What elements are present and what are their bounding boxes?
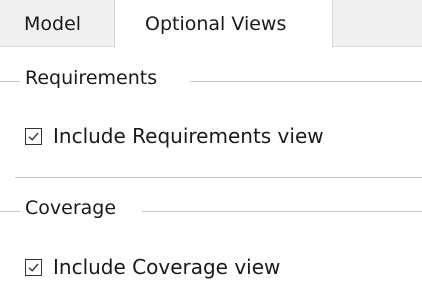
include-requirements-view-row[interactable]: Include Requirements view — [25, 121, 324, 151]
section-separator — [15, 177, 422, 178]
checkmark-icon — [28, 263, 39, 272]
requirements-group-line-left — [0, 81, 20, 82]
coverage-group-header: Coverage — [0, 196, 422, 224]
tab-optional-views[interactable]: Optional Views — [114, 0, 333, 48]
include-coverage-view-checkbox[interactable] — [25, 258, 42, 276]
coverage-group-line-left — [0, 211, 20, 212]
coverage-group-title: Coverage — [25, 197, 121, 219]
requirements-group-header: Requirements — [0, 66, 422, 94]
requirements-group-title: Requirements — [25, 67, 162, 89]
requirements-group-line-right — [190, 81, 422, 82]
coverage-group-line-right — [142, 211, 422, 212]
include-coverage-view-label: Include Coverage view — [53, 255, 281, 279]
include-requirements-view-checkbox[interactable] — [25, 127, 42, 145]
include-requirements-view-label: Include Requirements view — [53, 124, 324, 148]
optional-views-panel: Model Optional Views Requirements Includ… — [0, 0, 422, 301]
tab-model[interactable]: Model — [0, 0, 114, 47]
include-coverage-view-row[interactable]: Include Coverage view — [25, 252, 280, 282]
checkmark-icon — [28, 132, 39, 141]
tab-strip: Model Optional Views — [0, 0, 422, 48]
tab-model-label: Model — [24, 12, 82, 35]
tab-optional-views-label: Optional Views — [145, 13, 287, 35]
